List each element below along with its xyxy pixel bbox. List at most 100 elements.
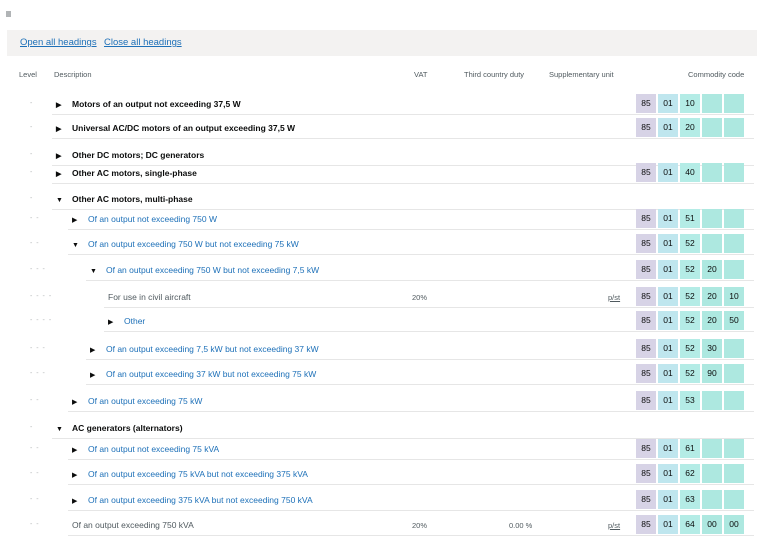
row-description[interactable]: ▼ Of an output exceeding 750 W but not ex… [72, 239, 299, 249]
triangle-right-icon[interactable]: ▶ [90, 371, 100, 379]
row-description[interactable]: ▶ Of an output exceeding 75 kW [72, 396, 202, 406]
level-indicator: - - - - [30, 317, 53, 324]
row-description-text[interactable]: Of an output exceeding 375 kVA but not e… [88, 495, 313, 505]
row-description[interactable]: ▶ Other [108, 316, 145, 326]
code-segment-subheading: 62 [680, 464, 700, 483]
code-segment-subheading: 63 [680, 490, 700, 509]
table-row[interactable]: - - ▶ Of an output not exceeding 750 W 85 01… [0, 208, 762, 230]
level-indicator: - - [30, 521, 40, 528]
vat-column-header: VAT [414, 70, 428, 79]
row-divider [68, 229, 754, 230]
row-description[interactable]: ▶ Of an output not exceeding 75 kVA [72, 444, 219, 454]
row-description-text[interactable]: Of an output exceeding 75 kW [88, 396, 202, 406]
row-description-text[interactable]: Of an output not exceeding 750 W [88, 214, 217, 224]
commodity-code: 85 01 52 20 10 [636, 287, 744, 306]
table-row[interactable]: - - - - ▶ Other 85 01 52 20 50 [0, 310, 762, 332]
level-column-header: Level [19, 70, 37, 79]
code-segment-commodity-suffix [724, 391, 744, 410]
level-indicator: - [30, 100, 34, 107]
row-description[interactable]: ▶ Of an output not exceeding 750 W [72, 214, 217, 224]
table-row[interactable]: - - - ▶ Of an output exceeding 7,5 kW but … [0, 338, 762, 360]
open-all-headings-link[interactable]: Open all headings [20, 37, 97, 48]
triangle-right-icon[interactable]: ▶ [56, 125, 66, 133]
triangle-right-icon[interactable]: ▶ [72, 398, 82, 406]
table-row[interactable]: - ▼ AC generators (alternators) [0, 417, 762, 439]
commodity-code: 85 01 62 [636, 464, 744, 483]
supplementary-unit[interactable]: p/st [608, 521, 620, 530]
row-description[interactable]: ▼ AC generators (alternators) [56, 423, 183, 433]
table-row[interactable]: - - ▶ Of an output exceeding 75 kW 85 01 53 [0, 390, 762, 412]
supplementary-unit[interactable]: p/st [608, 293, 620, 302]
triangle-right-icon[interactable]: ▶ [108, 318, 118, 326]
close-all-headings-link[interactable]: Close all headings [104, 37, 182, 48]
row-divider [86, 280, 754, 281]
commodity-code: 85 01 51 [636, 209, 744, 228]
row-description[interactable]: ▼ Of an output exceeding 750 W but not ex… [90, 265, 319, 275]
row-description[interactable]: ▶ Other DC motors; DC generators [56, 150, 204, 160]
row-description[interactable]: ▼ Other AC motors, multi-phase [56, 194, 193, 204]
triangle-right-icon[interactable]: ▶ [56, 101, 66, 109]
triangle-right-icon[interactable]: ▶ [72, 497, 82, 505]
triangle-right-icon[interactable]: ▶ [56, 170, 66, 178]
table-row[interactable]: - - ▼ Of an output exceeding 750 W but not… [0, 233, 762, 255]
row-description-text[interactable]: Other DC motors; DC generators [72, 150, 204, 160]
triangle-right-icon[interactable]: ▶ [90, 346, 100, 354]
commodity-code: 85 01 52 20 [636, 260, 744, 279]
triangle-right-icon[interactable]: ▶ [56, 152, 66, 160]
row-description[interactable]: ▶ Of an output exceeding 375 kVA but not … [72, 495, 313, 505]
code-segment-chapter: 85 [636, 339, 656, 358]
triangle-down-icon[interactable]: ▼ [56, 426, 66, 433]
table-row[interactable]: - - ▶ Of an output not exceeding 75 kVA 85 0… [0, 438, 762, 460]
code-segment-heading: 01 [658, 439, 678, 458]
table-row[interactable]: - ▶ Other AC motors, single-phase 85 01 40 [0, 162, 762, 184]
table-row[interactable]: - ▶ Motors of an output not exceeding 37,5… [0, 93, 762, 115]
commodity-code: 85 01 64 00 00 [636, 515, 744, 534]
triangle-right-icon[interactable]: ▶ [72, 471, 82, 479]
row-description[interactable]: ▶ Of an output exceeding 7,5 kW but not e… [90, 344, 319, 354]
row-description[interactable]: ▶ Motors of an output not exceeding 37,5 … [56, 99, 241, 109]
table-row[interactable]: - - - ▼ Of an output exceeding 750 W but n… [0, 259, 762, 281]
row-description-text[interactable]: Of an output exceeding 7,5 kW but not ex… [106, 344, 319, 354]
row-divider [52, 138, 754, 139]
code-segment-commodity-suffix: 50 [724, 311, 744, 330]
code-segment-commodity-suffix [724, 94, 744, 113]
row-description-text[interactable]: Other AC motors, single-phase [72, 168, 197, 178]
triangle-down-icon[interactable]: ▼ [72, 242, 82, 249]
row-description-text[interactable]: Of an output exceeding 37 kW but not exc… [106, 369, 316, 379]
row-description-text[interactable]: Of an output exceeding 75 kVA but not ex… [88, 469, 308, 479]
row-description-text[interactable]: Other AC motors, multi-phase [72, 194, 193, 204]
row-description[interactable]: ▶ Universal AC/DC motors of an output exc… [56, 123, 295, 133]
row-description-text[interactable]: Other [124, 316, 145, 326]
table-row[interactable]: - - ▶ Of an output exceeding 75 kVA but no… [0, 463, 762, 485]
row-description-text[interactable]: Of an output exceeding 750 W but not exc… [88, 239, 299, 249]
row-description-text[interactable]: AC generators (alternators) [72, 423, 183, 433]
row-description-text[interactable]: Universal AC/DC motors of an output exce… [72, 123, 295, 133]
table-row[interactable]: - - ▶ Of an output exceeding 375 kVA but n… [0, 489, 762, 511]
row-divider [68, 535, 754, 536]
code-segment-cn-subheading: 00 [702, 515, 722, 534]
headings-toolbar: Open all headings Close all headings [7, 30, 757, 56]
row-description-text[interactable]: Of an output not exceeding 75 kVA [88, 444, 219, 454]
code-segment-commodity-suffix [724, 364, 744, 383]
row-description[interactable]: ▶ Of an output exceeding 75 kVA but not e… [72, 469, 308, 479]
triangle-right-icon[interactable]: ▶ [72, 216, 82, 224]
table-row[interactable]: - ▼ Other AC motors, multi-phase [0, 188, 762, 210]
row-description[interactable]: ▶ Of an output exceeding 37 kW but not ex… [90, 369, 316, 379]
triangle-down-icon[interactable]: ▼ [56, 197, 66, 204]
level-indicator: - - [30, 397, 40, 404]
row-description[interactable]: ▶ Other AC motors, single-phase [56, 168, 197, 178]
level-indicator: - - - [30, 370, 46, 377]
code-segment-commodity-suffix [724, 163, 744, 182]
code-segment-commodity-suffix [724, 234, 744, 253]
code-segment-chapter: 85 [636, 163, 656, 182]
code-segment-subheading: 20 [680, 118, 700, 137]
code-segment-commodity-suffix: 00 [724, 515, 744, 534]
commodity-code: 85 01 63 [636, 490, 744, 509]
triangle-right-icon[interactable]: ▶ [72, 446, 82, 454]
row-description-text[interactable]: Motors of an output not exceeding 37,5 W [72, 99, 241, 109]
table-row[interactable]: - ▶ Universal AC/DC motors of an output ex… [0, 117, 762, 139]
code-segment-subheading: 52 [680, 260, 700, 279]
row-description-text[interactable]: Of an output exceeding 750 W but not exc… [106, 265, 319, 275]
triangle-down-icon[interactable]: ▼ [90, 268, 100, 275]
table-row[interactable]: - - - ▶ Of an output exceeding 37 kW but n… [0, 363, 762, 385]
